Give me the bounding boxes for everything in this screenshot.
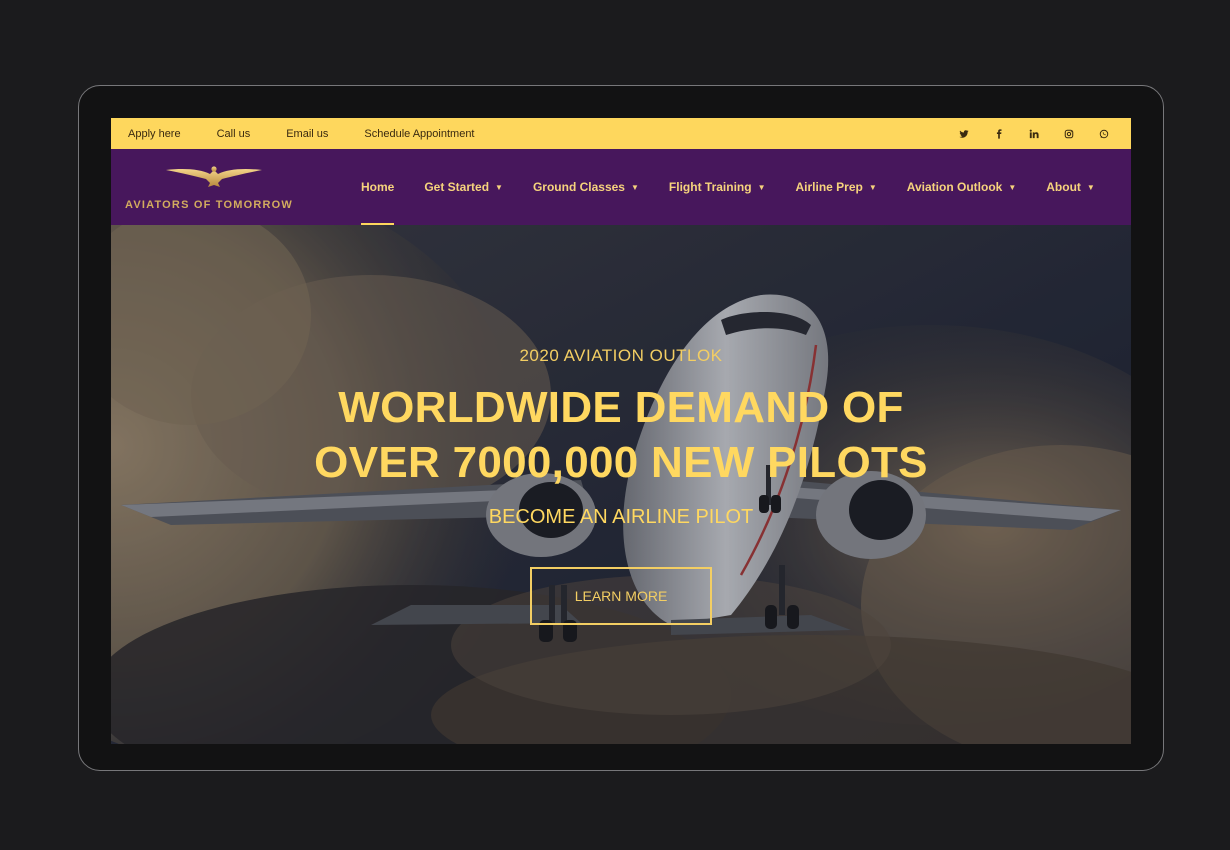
caret-down-icon: ▼ bbox=[1086, 182, 1095, 192]
twitter-icon[interactable] bbox=[957, 127, 971, 141]
website-screen: Apply here Call us Email us Schedule App… bbox=[111, 118, 1131, 744]
nav-item-label: Flight Training bbox=[668, 180, 752, 194]
hero-headline: WORLDWIDE DEMAND OF OVER 7000,000 NEW PI… bbox=[111, 380, 1131, 490]
nav-item-label: Home bbox=[361, 180, 395, 194]
nav-item-aviation-outlook[interactable]: Aviation Outlook ▼ bbox=[907, 149, 1016, 225]
nav-item-about[interactable]: About ▼ bbox=[1046, 149, 1095, 225]
caret-down-icon: ▼ bbox=[868, 182, 877, 192]
linkedin-icon[interactable] bbox=[1027, 127, 1041, 141]
email-us-link[interactable]: Email us bbox=[286, 128, 328, 140]
hero-kicker: 2020 AVIATION OUTLOK bbox=[519, 346, 723, 365]
main-navigation: AVIATORS OF TOMORROW Home Get Started ▼ … bbox=[111, 149, 1131, 225]
hero-subheading: BECOME AN AIRLINE PILOT bbox=[488, 506, 754, 528]
brand-logo[interactable]: AVIATORS OF TOMORROW bbox=[125, 163, 305, 213]
nav-menu: Home Get Started ▼ Ground Classes ▼ Flig… bbox=[361, 149, 1125, 225]
caret-down-icon: ▼ bbox=[1008, 182, 1017, 192]
learn-more-label: LEARN MORE bbox=[574, 588, 668, 604]
nav-item-get-started[interactable]: Get Started ▼ bbox=[424, 149, 503, 225]
schedule-appointment-link[interactable]: Schedule Appointment bbox=[364, 128, 474, 140]
facebook-icon[interactable] bbox=[992, 127, 1006, 141]
nav-item-label: About bbox=[1046, 180, 1081, 194]
social-links bbox=[957, 118, 1111, 149]
instagram-icon[interactable] bbox=[1062, 127, 1076, 141]
nav-item-home[interactable]: Home bbox=[361, 149, 395, 225]
whatsapp-icon[interactable] bbox=[1097, 127, 1111, 141]
nav-item-label: Airline Prep bbox=[795, 180, 863, 194]
caret-down-icon: ▼ bbox=[757, 182, 766, 192]
call-us-link[interactable]: Call us bbox=[217, 128, 251, 140]
nav-item-label: Get Started bbox=[424, 180, 490, 194]
headline-line-2: OVER 7000,000 NEW PILOTS bbox=[314, 438, 928, 487]
caret-down-icon: ▼ bbox=[495, 182, 503, 192]
headline-line-1: WORLDWIDE DEMAND OF bbox=[338, 383, 904, 432]
top-utility-bar: Apply here Call us Email us Schedule App… bbox=[111, 118, 1131, 149]
hero-banner: 2020 AVIATION OUTLOK WORLDWIDE DEMAND OF… bbox=[111, 225, 1131, 744]
apply-here-link[interactable]: Apply here bbox=[128, 128, 181, 140]
brand-name: AVIATORS OF TOMORROW bbox=[125, 199, 294, 211]
learn-more-button[interactable]: LEARN MORE bbox=[530, 567, 712, 625]
nav-item-airline-prep[interactable]: Airline Prep ▼ bbox=[796, 149, 877, 225]
nav-item-ground-classes[interactable]: Ground Classes ▼ bbox=[533, 149, 639, 225]
caret-down-icon: ▼ bbox=[630, 182, 639, 192]
nav-item-flight-training[interactable]: Flight Training ▼ bbox=[669, 149, 766, 225]
nav-item-label: Aviation Outlook bbox=[906, 180, 1003, 194]
eagle-wings-icon bbox=[166, 166, 262, 187]
nav-item-label: Ground Classes bbox=[532, 180, 625, 194]
